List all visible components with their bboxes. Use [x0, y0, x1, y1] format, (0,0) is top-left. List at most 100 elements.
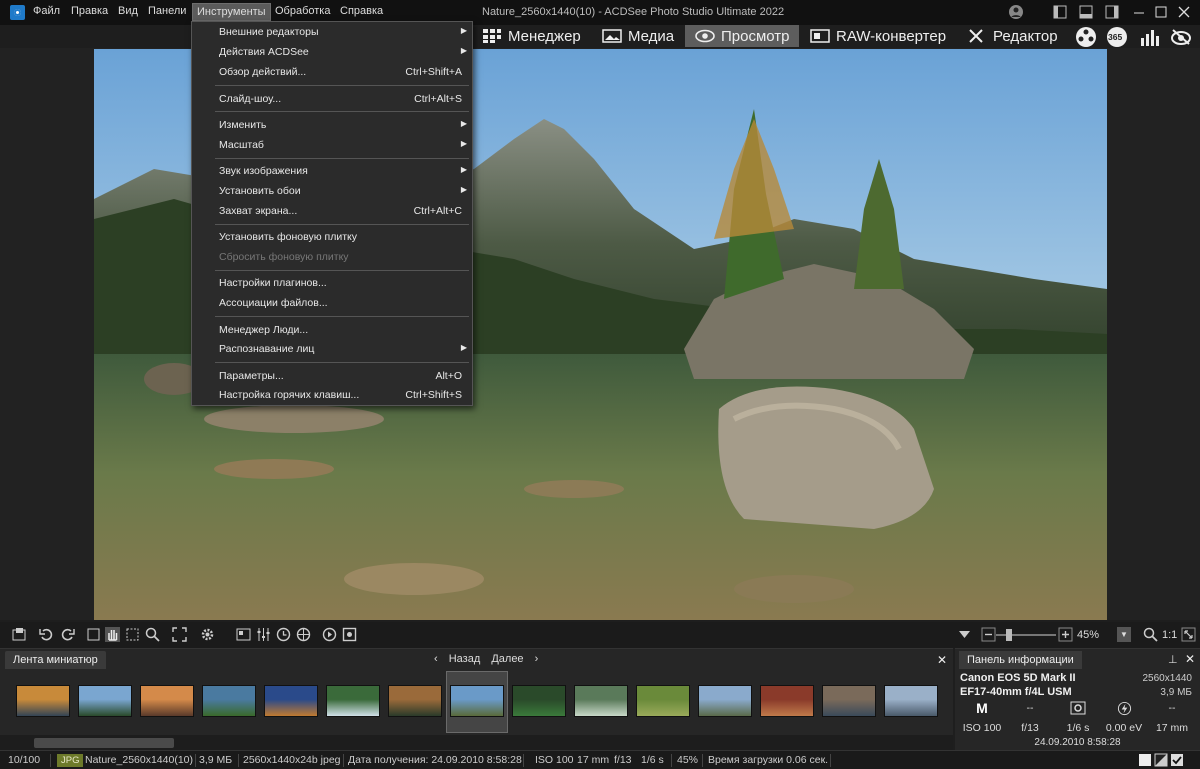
film-reel-icon[interactable] — [1075, 26, 1097, 48]
dd-modify[interactable]: Изменить ▶ — [192, 116, 472, 134]
layout-bottom-icon[interactable] — [1078, 4, 1094, 20]
menu-file[interactable]: Файл — [33, 5, 60, 17]
dd-set-wallpaper[interactable]: Установить обои ▶ — [192, 182, 472, 200]
settings-gear-icon[interactable] — [200, 627, 215, 642]
status-dims: 2560x1440x24b jpeg — [243, 754, 341, 766]
zoom-fit-icon[interactable] — [1143, 627, 1158, 642]
actual-size-button[interactable]: 1:1 — [1162, 629, 1177, 641]
dashboard-chart-icon[interactable] — [1138, 26, 1160, 48]
filmstrip-scroll-thumb[interactable] — [34, 738, 174, 748]
select-icon[interactable] — [125, 627, 140, 642]
back-button[interactable]: Назад — [449, 653, 481, 665]
filmstrip-close-icon[interactable]: ✕ — [937, 653, 947, 667]
bg-toggle-split-icon[interactable] — [1154, 753, 1168, 769]
tab-view[interactable]: Просмотр — [685, 25, 799, 47]
account-icon[interactable] — [1008, 4, 1024, 20]
dd-actions-overview[interactable]: Обзор действий... Ctrl+Shift+A — [192, 63, 472, 81]
tab-editor[interactable]: Редактор — [967, 25, 1058, 47]
bg-toggle-check-icon[interactable] — [1170, 753, 1184, 769]
filmstrip-thumbnail[interactable] — [698, 685, 752, 717]
menu-edit[interactable]: Правка — [71, 5, 108, 17]
dd-options[interactable]: Параметры... Alt+O — [192, 367, 472, 385]
zoom-menu-icon[interactable] — [957, 627, 972, 642]
filmstrip-thumbnail[interactable] — [388, 685, 442, 717]
filmstrip-thumbnail[interactable] — [512, 685, 566, 717]
tab-manager[interactable]: Менеджер — [482, 25, 581, 47]
aperture-value: f/13 — [1021, 722, 1039, 734]
dd-people-manager[interactable]: Менеджер Люди... — [192, 321, 472, 339]
save-icon[interactable] — [12, 627, 27, 642]
filmstrip-thumbnail[interactable] — [264, 685, 318, 717]
color-wheel-icon[interactable] — [296, 627, 311, 642]
dd-plugin-settings[interactable]: Настройки плагинов... — [192, 274, 472, 292]
zoom-dropdown-icon[interactable]: ▼ — [1117, 627, 1131, 642]
filmstrip-thumbnail[interactable] — [78, 685, 132, 717]
dd-slideshow[interactable]: Слайд-шоу... Ctrl+Alt+S — [192, 90, 472, 108]
filmstrip-scrollbar[interactable] — [0, 735, 953, 751]
info-panel-tab[interactable]: Панель информации — [959, 651, 1082, 669]
filmstrip-thumbnail[interactable] — [140, 685, 194, 717]
layout-left-icon[interactable] — [1052, 4, 1068, 20]
zoom-out-icon[interactable] — [981, 627, 996, 642]
prev-chevron-icon[interactable]: ‹ — [434, 653, 438, 665]
dd-acdsee-actions[interactable]: Действия ACDSee ▶ — [192, 43, 472, 61]
eye-tools-icon[interactable] — [1170, 26, 1192, 48]
dd-image-sound[interactable]: Звук изображения ▶ — [192, 162, 472, 180]
tab-raw-converter[interactable]: RAW-конвертер — [810, 25, 946, 47]
dd-hotkeys[interactable]: Настройка горячих клавиш... Ctrl+Shift+S — [192, 386, 472, 404]
dd-file-associations[interactable]: Ассоциации файлов... — [192, 294, 472, 312]
play-slideshow-icon[interactable] — [322, 627, 337, 642]
rotate-left-icon[interactable] — [39, 627, 54, 642]
menu-help[interactable]: Справка — [340, 5, 383, 17]
filmstrip-thumbnail[interactable] — [202, 685, 256, 717]
menu-view[interactable]: Вид — [118, 5, 138, 17]
pin-icon[interactable]: ⊥ — [1168, 653, 1178, 666]
maximize-icon[interactable] — [1153, 4, 1169, 20]
filmstrip-thumbnail[interactable] — [884, 685, 938, 717]
dd-face-recognition[interactable]: Распознавание лиц ▶ — [192, 340, 472, 358]
zoom-slider[interactable] — [996, 634, 1056, 636]
rotate-right-icon[interactable] — [60, 627, 75, 642]
layout-right-icon[interactable] — [1104, 4, 1120, 20]
flash-icon — [1101, 699, 1147, 717]
bg-toggle-white-icon[interactable] — [1138, 753, 1152, 769]
tab-raw-label: RAW-конвертер — [836, 27, 947, 45]
filmstrip-thumbnail[interactable] — [326, 685, 380, 717]
filmstrip-thumbnail[interactable] — [574, 685, 628, 717]
close-window-icon[interactable] — [1176, 4, 1192, 20]
adjust-sliders-icon[interactable] — [256, 627, 271, 642]
filmstrip-thumbnail[interactable] — [760, 685, 814, 717]
zoom-slider-handle[interactable] — [1006, 629, 1012, 641]
minimize-icon[interactable] — [1131, 4, 1147, 20]
menu-tools[interactable]: Инструменты — [192, 3, 271, 21]
zoom-in-icon[interactable] — [1058, 627, 1073, 642]
image-viewer[interactable] — [0, 48, 1200, 620]
fullscreen-icon[interactable] — [172, 627, 187, 642]
next-button[interactable]: Далее — [491, 653, 523, 665]
file-type-badge: JPG — [57, 754, 84, 767]
tab-media[interactable]: Медиа — [602, 25, 674, 47]
info-close-icon[interactable]: ✕ — [1185, 652, 1195, 666]
dd-zoom[interactable]: Масштаб ▶ — [192, 136, 472, 154]
filmstrip-thumbnail[interactable] — [822, 685, 876, 717]
menu-panels[interactable]: Панели — [148, 5, 186, 17]
filmstrip-thumbnail[interactable] — [16, 685, 70, 717]
file-size-value: 3,9 МБ — [1160, 687, 1192, 698]
next-chevron-icon[interactable]: › — [535, 653, 539, 665]
hand-tool-icon[interactable] — [105, 627, 120, 642]
edit-image-icon[interactable] — [236, 627, 251, 642]
dd-screen-capture[interactable]: Захват экрана... Ctrl+Alt+C — [192, 202, 472, 220]
lens-model: EF17-40mm f/4L USM — [960, 686, 1072, 698]
expand-icon[interactable] — [1181, 627, 1196, 642]
filmstrip-thumbnail[interactable] — [450, 685, 504, 717]
clock-icon[interactable] — [276, 627, 291, 642]
crop-icon[interactable] — [86, 627, 101, 642]
menu-process[interactable]: Обработка — [275, 5, 330, 17]
capture-icon[interactable] — [342, 627, 357, 642]
app-logo-icon[interactable] — [10, 5, 25, 20]
dd-external-editors[interactable]: Внешние редакторы ▶ — [192, 23, 472, 41]
dd-set-bg-tile[interactable]: Установить фоновую плитку — [192, 228, 472, 246]
filmstrip-tab[interactable]: Лента миниатюр — [5, 651, 106, 669]
zoom-tool-icon[interactable] — [145, 627, 160, 642]
filmstrip-thumbnail[interactable] — [636, 685, 690, 717]
